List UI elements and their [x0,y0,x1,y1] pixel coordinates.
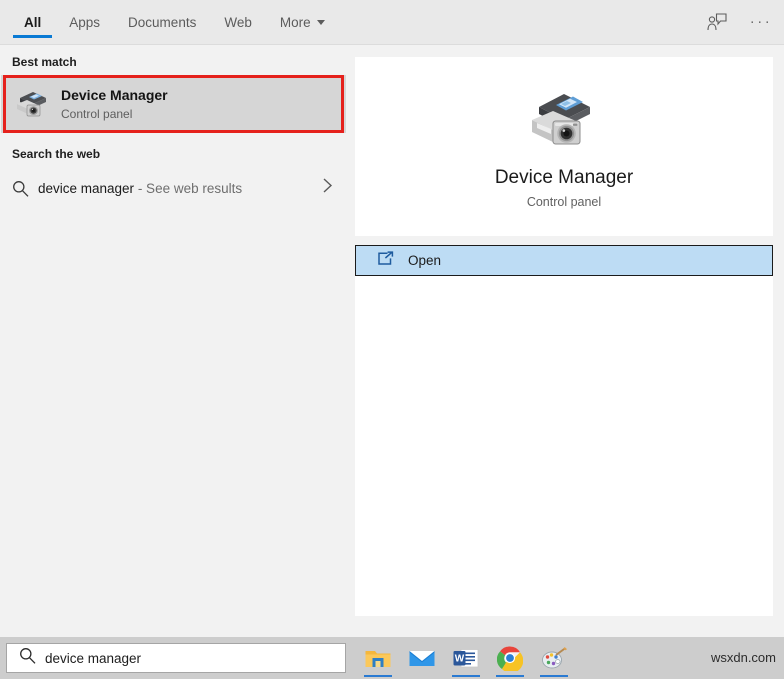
preview-subtitle: Control panel [526,195,602,209]
tabbar-actions: ··· [702,0,776,44]
search-the-web-header: Search the web [12,147,101,161]
ellipsis-icon: ··· [749,13,773,30]
watermark: wsxdn.com [710,650,776,665]
tab-apps[interactable]: Apps [55,0,114,44]
web-search-label: device manager - See web results [38,181,242,196]
taskbar-item-file-explorer[interactable] [356,637,400,679]
taskbar-search-value: device manager [45,650,142,666]
app-actions-card: Open [355,245,773,616]
tab-all-label: All [24,14,42,30]
chevron-down-icon [316,19,325,25]
best-match-header: Best match [12,55,77,69]
open-button[interactable]: Open [355,245,773,276]
tab-web[interactable]: Web [210,0,266,44]
file-explorer-icon [365,651,391,667]
running-indicator [452,674,480,677]
start-search-panel: All Apps Documents Web More ··· Best mat… [0,0,784,637]
taskbar-item-word[interactable]: W [444,637,488,679]
svg-text:W: W [455,654,465,665]
feedback-button[interactable] [702,7,732,37]
tab-all[interactable]: All [10,0,55,44]
tab-apps-label: Apps [69,14,101,30]
running-indicator [496,674,524,677]
taskbar: device manager W wsxdn.com [0,637,784,679]
app-preview-card: Device Manager Control panel [355,57,773,236]
preview-icon-wrap [355,85,773,155]
card-spacer [355,236,773,245]
tab-more-label: More [279,14,311,30]
result-item-text: Device Manager Control panel [61,86,168,123]
result-item-subtitle: Control panel [61,106,133,121]
word-icon: W [453,649,479,668]
tab-more[interactable]: More [266,0,339,44]
taskbar-item-mail[interactable] [400,637,444,679]
device-manager-icon [13,87,49,121]
feedback-person-icon [707,13,727,31]
taskbar-pinned-apps: W [356,637,576,679]
screen: All Apps Documents Web More ··· Best mat… [0,0,784,679]
device-manager-icon [532,94,590,145]
open-external-icon [377,250,394,271]
result-item-device-manager[interactable]: Device Manager Control panel [1,75,346,133]
best-match-group: Device Manager Control panel [1,75,346,133]
running-indicator [540,674,568,677]
search-icon [12,180,38,197]
chevron-right-icon [322,177,333,199]
preview-title: Device Manager [494,167,634,188]
web-search-suffix: - See web results [134,180,243,196]
taskbar-item-paint[interactable] [532,637,576,679]
taskbar-item-chrome[interactable] [488,637,532,679]
web-search-query: device manager [38,180,135,196]
results-column: Best match Device Manager Control panel … [0,45,347,637]
tab-list: All Apps Documents Web More [10,0,339,44]
taskbar-search-input[interactable]: device manager [6,643,346,673]
search-icon [19,647,45,669]
paint-icon [541,647,567,669]
tab-web-label: Web [224,14,252,30]
tab-active-indicator [13,35,53,38]
mail-icon [409,651,435,666]
running-indicator [364,674,392,677]
result-item-title: Device Manager [61,86,168,103]
search-filter-tabbar: All Apps Documents Web More ··· [0,0,784,45]
tab-documents[interactable]: Documents [114,0,210,44]
tab-documents-label: Documents [128,14,197,30]
more-options-button[interactable]: ··· [746,7,776,37]
result-item-web-search[interactable]: device manager - See web results [0,167,347,209]
preview-column: Device Manager Control panel Open [355,57,773,627]
open-button-label: Open [408,253,442,268]
chrome-icon [497,646,523,671]
